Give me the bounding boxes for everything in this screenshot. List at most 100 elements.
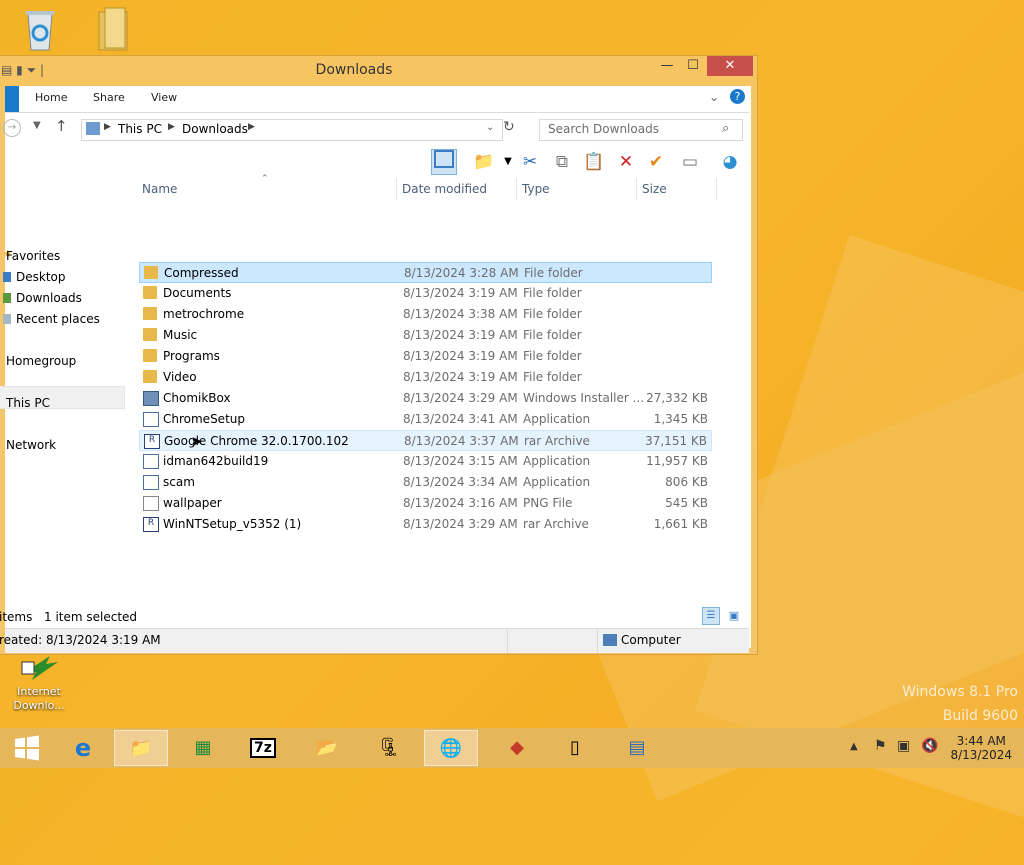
system-clock[interactable]: 3:44 AM 8/13/2024 bbox=[950, 734, 1012, 762]
up-icon[interactable]: ↑ bbox=[55, 117, 68, 135]
7zip-icon[interactable]: 7z bbox=[236, 730, 290, 766]
internet-download-manager-shortcut[interactable]: Internet Downlo... bbox=[8, 652, 70, 713]
file-date: 8/13/2024 3:41 AM bbox=[403, 412, 518, 426]
properties-icon[interactable]: ◕ bbox=[717, 149, 743, 175]
search-input[interactable]: Search Downloads ⌕ bbox=[539, 119, 743, 141]
file-name: ChromeSetup bbox=[163, 412, 245, 426]
this-pc-icon bbox=[86, 122, 100, 135]
recycle-bin-icon[interactable] bbox=[18, 6, 62, 54]
action-center-flag-icon[interactable]: ⚑ bbox=[874, 738, 887, 754]
file-name: Programs bbox=[163, 349, 220, 363]
internet-download-manager-icon[interactable]: 🌐 bbox=[424, 730, 478, 766]
tab-share[interactable]: Share bbox=[93, 91, 125, 104]
file-row[interactable]: R WinNTSetup_v5352 (1) 8/13/2024 3:29 AM ra… bbox=[139, 514, 712, 535]
document-icon[interactable]: ▯ bbox=[548, 730, 602, 766]
file-type: PNG File bbox=[523, 496, 573, 510]
file-type: rar Archive bbox=[524, 434, 590, 448]
file-date: 8/13/2024 3:38 AM bbox=[403, 307, 518, 321]
app-icon[interactable]: ◆ bbox=[490, 730, 544, 766]
paste-icon[interactable]: 📋 bbox=[581, 149, 607, 175]
file-row[interactable]: idman642build19 8/13/2024 3:15 AM Applicat… bbox=[139, 451, 712, 472]
copy-icon[interactable]: ⧉ bbox=[549, 149, 575, 175]
clock-date: 8/13/2024 bbox=[950, 748, 1012, 762]
address-box[interactable]: ▶ This PC ▶ Downloads ▶ ⌄ bbox=[81, 119, 503, 141]
nav-network[interactable]: Network bbox=[6, 438, 56, 452]
checkmark-icon[interactable]: ✔ bbox=[643, 149, 669, 175]
nav-this-pc[interactable]: This PC bbox=[6, 396, 50, 410]
file-row[interactable]: Documents 8/13/2024 3:19 AM File folder bbox=[139, 283, 712, 304]
back-icon[interactable]: → bbox=[3, 119, 21, 137]
file-type: Windows Installer ... bbox=[523, 391, 645, 405]
file-row[interactable]: scam 8/13/2024 3:34 AM Application 806 KB bbox=[139, 472, 712, 493]
network-status-icon[interactable]: ▣ bbox=[897, 738, 910, 754]
file-type: Application bbox=[523, 412, 591, 426]
file-row[interactable]: Music 8/13/2024 3:19 AM File folder bbox=[139, 325, 712, 346]
breadcrumb-separator-icon: ▶ bbox=[168, 122, 175, 132]
file-type: File folder bbox=[523, 328, 582, 342]
nav-favorites[interactable]: Favorites bbox=[6, 249, 60, 263]
application-icon bbox=[143, 454, 159, 469]
file-type: File folder bbox=[523, 307, 582, 321]
address-dropdown-icon[interactable]: ⌄ bbox=[486, 122, 494, 133]
windows-watermark: Windows 8.1 Pro bbox=[902, 684, 1018, 700]
preview-pane-icon[interactable] bbox=[431, 149, 457, 175]
rename-icon[interactable]: ▭ bbox=[677, 149, 703, 175]
file-date: 8/13/2024 3:15 AM bbox=[403, 454, 518, 468]
show-hidden-icons-icon[interactable]: ▲ bbox=[850, 741, 858, 752]
nav-recent-places[interactable]: Recent places bbox=[16, 312, 100, 326]
file-row[interactable]: wallpaper 8/13/2024 3:16 AM PNG File 545 KB bbox=[139, 493, 712, 514]
store-icon[interactable]: ▦ bbox=[176, 730, 230, 766]
recent-locations-icon[interactable]: ▼ bbox=[33, 120, 41, 131]
details-view-icon[interactable]: ☰ bbox=[702, 607, 720, 625]
file-row[interactable]: metrochrome 8/13/2024 3:38 AM File folder bbox=[139, 304, 712, 325]
internet-explorer-icon[interactable]: e bbox=[56, 730, 110, 766]
file-date: 8/13/2024 3:29 AM bbox=[403, 517, 518, 531]
file-row[interactable]: Video 8/13/2024 3:19 AM File folder bbox=[139, 367, 712, 388]
column-header-date[interactable]: Date modified bbox=[402, 182, 487, 196]
file-row[interactable]: R Google Chrome 32.0.1700.102 8/13/2024 3:… bbox=[139, 430, 712, 451]
control-panel-icon[interactable]: ▤ bbox=[610, 730, 664, 766]
file-name: ChomikBox bbox=[163, 391, 231, 405]
clock-time: 3:44 AM bbox=[956, 734, 1006, 748]
title-bar[interactable]: ▤ ▮ ⏷ | Downloads — ☐ ✕ bbox=[0, 56, 757, 86]
file-row[interactable]: ChromeSetup 8/13/2024 3:41 AM Application 1… bbox=[139, 409, 712, 430]
archive-icon[interactable]: 🗜 bbox=[362, 730, 416, 766]
column-header-size[interactable]: Size bbox=[642, 182, 667, 196]
folder-icon bbox=[143, 349, 157, 362]
item-count: items bbox=[0, 610, 33, 624]
file-row[interactable]: Compressed 8/13/2024 3:28 AM File folder bbox=[139, 262, 712, 283]
nav-homegroup[interactable]: Homegroup bbox=[6, 354, 76, 368]
column-header-type[interactable]: Type bbox=[522, 182, 550, 196]
help-icon[interactable]: ? bbox=[730, 89, 745, 104]
folder-icon[interactable]: 📂 bbox=[300, 730, 354, 766]
tab-home[interactable]: Home bbox=[35, 91, 67, 104]
rar-archive-icon: R bbox=[143, 517, 159, 532]
column-header-name[interactable]: Name bbox=[142, 182, 177, 196]
minimize-button[interactable]: — bbox=[653, 56, 681, 76]
file-row[interactable]: Programs 8/13/2024 3:19 AM File folder bbox=[139, 346, 712, 367]
breadcrumb-this-pc[interactable]: This PC bbox=[118, 122, 162, 136]
refresh-icon[interactable]: ↻ bbox=[503, 119, 515, 135]
nav-downloads[interactable]: Downloads bbox=[16, 291, 82, 305]
file-date: 8/13/2024 3:37 AM bbox=[404, 434, 519, 448]
file-explorer-icon[interactable]: 📁 bbox=[114, 730, 168, 766]
new-folder-icon[interactable]: 📁 bbox=[471, 149, 497, 175]
breadcrumb-downloads[interactable]: Downloads bbox=[182, 122, 248, 136]
start-button[interactable] bbox=[0, 730, 54, 766]
close-button[interactable]: ✕ bbox=[707, 56, 753, 76]
delete-icon[interactable]: ✕ bbox=[613, 149, 639, 175]
tab-file[interactable] bbox=[5, 86, 19, 112]
address-bar-row: → ▼ ↑ ▶ This PC ▶ Downloads ▶ ⌄ ↻ Search… bbox=[3, 113, 749, 143]
cut-icon[interactable]: ✂ bbox=[517, 149, 543, 175]
tab-view[interactable]: View bbox=[151, 91, 177, 104]
expand-ribbon-icon[interactable]: ⌄ bbox=[709, 90, 719, 104]
file-row[interactable]: ChomikBox 8/13/2024 3:29 AM Windows Instal… bbox=[139, 388, 712, 409]
folder-icon[interactable] bbox=[94, 6, 134, 54]
nav-desktop[interactable]: Desktop bbox=[16, 270, 66, 284]
maximize-button[interactable]: ☐ bbox=[679, 56, 707, 76]
location-label: Computer bbox=[621, 633, 681, 647]
file-name: WinNTSetup_v5352 (1) bbox=[163, 517, 302, 531]
file-size: 37,151 KB bbox=[645, 434, 707, 448]
large-icons-view-icon[interactable]: ▣ bbox=[725, 607, 743, 625]
volume-muted-icon[interactable]: 🔇 bbox=[921, 738, 938, 754]
